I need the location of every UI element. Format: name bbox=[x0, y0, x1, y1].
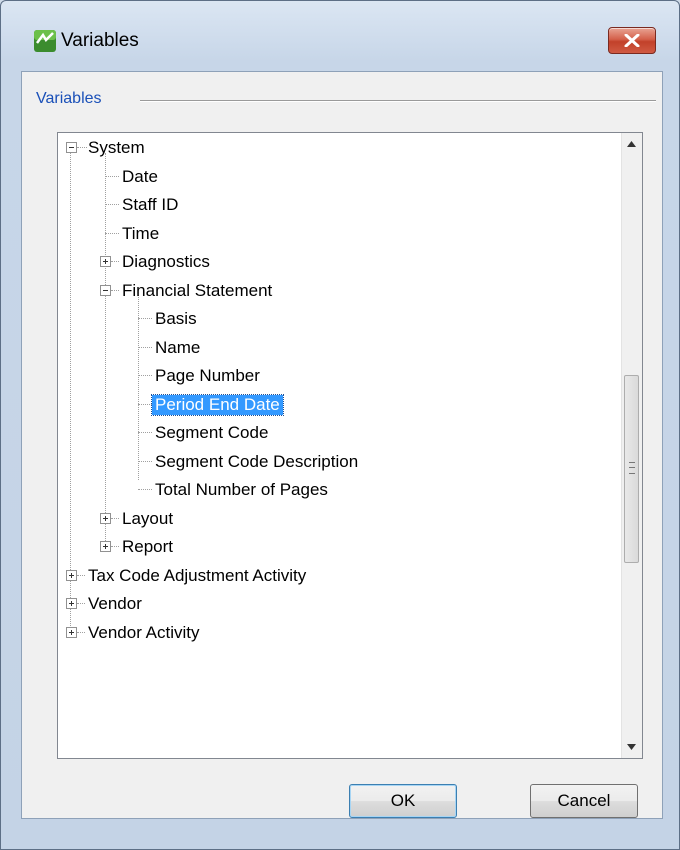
dialog-client-area: Variables System Date Staff ID Time Diag… bbox=[21, 71, 663, 819]
tree-connector bbox=[105, 153, 106, 543]
cancel-button[interactable]: Cancel bbox=[530, 784, 638, 818]
variables-group-label: Variables bbox=[36, 90, 108, 108]
scroll-down-arrow-icon[interactable] bbox=[627, 744, 636, 750]
expand-icon[interactable] bbox=[66, 570, 77, 581]
scrollbar-thumb[interactable] bbox=[624, 375, 639, 563]
tree-connector bbox=[70, 153, 71, 626]
expand-icon[interactable] bbox=[100, 513, 111, 524]
tree-item-label: Vendor bbox=[88, 594, 142, 613]
tree-item-label: System bbox=[88, 138, 145, 157]
tree-item-label: Layout bbox=[122, 509, 174, 528]
window-title: Variables bbox=[61, 30, 139, 51]
tree-item-label: Date bbox=[122, 167, 158, 186]
tree-item-label: Basis bbox=[155, 309, 197, 328]
expand-icon[interactable] bbox=[100, 541, 111, 552]
close-x-icon bbox=[624, 34, 640, 47]
group-divider bbox=[140, 100, 656, 102]
ok-button[interactable]: OK bbox=[349, 784, 457, 818]
grip-icon bbox=[629, 462, 635, 474]
tree-item-label: Financial Statement bbox=[122, 281, 273, 300]
vertical-scrollbar[interactable] bbox=[621, 133, 642, 758]
collapse-icon[interactable] bbox=[66, 142, 77, 153]
expand-icon[interactable] bbox=[66, 627, 77, 638]
tree-item-label: Page Number bbox=[155, 366, 260, 385]
variables-app-icon bbox=[34, 30, 56, 52]
expand-icon[interactable] bbox=[100, 256, 111, 267]
tree-item-label: Time bbox=[122, 224, 160, 243]
tree-item-label: Segment Code bbox=[155, 423, 269, 442]
scroll-up-arrow-icon[interactable] bbox=[627, 141, 636, 147]
tree-item-label: Report bbox=[122, 537, 174, 556]
tree-item-label: Vendor Activity bbox=[88, 623, 200, 642]
expand-icon[interactable] bbox=[66, 598, 77, 609]
variables-dialog: Variables Variables System Date Staff ID… bbox=[0, 0, 680, 850]
tree-item-label: Segment Code Description bbox=[155, 452, 359, 471]
title-bar[interactable]: Variables bbox=[1, 1, 679, 55]
tree-item-label: Total Number of Pages bbox=[155, 480, 328, 499]
close-button[interactable] bbox=[608, 27, 656, 54]
tree-item-label-selected: Period End Date bbox=[151, 394, 284, 416]
tree-item-label: Name bbox=[155, 338, 201, 357]
tree-item-label: Diagnostics bbox=[122, 252, 210, 271]
variables-tree[interactable]: System Date Staff ID Time Diagnostics Fi… bbox=[57, 132, 643, 759]
collapse-icon[interactable] bbox=[100, 285, 111, 296]
tree-item-label: Staff ID bbox=[122, 195, 179, 214]
tree-item-label: Tax Code Adjustment Activity bbox=[88, 566, 307, 585]
tree-connector bbox=[138, 295, 139, 480]
